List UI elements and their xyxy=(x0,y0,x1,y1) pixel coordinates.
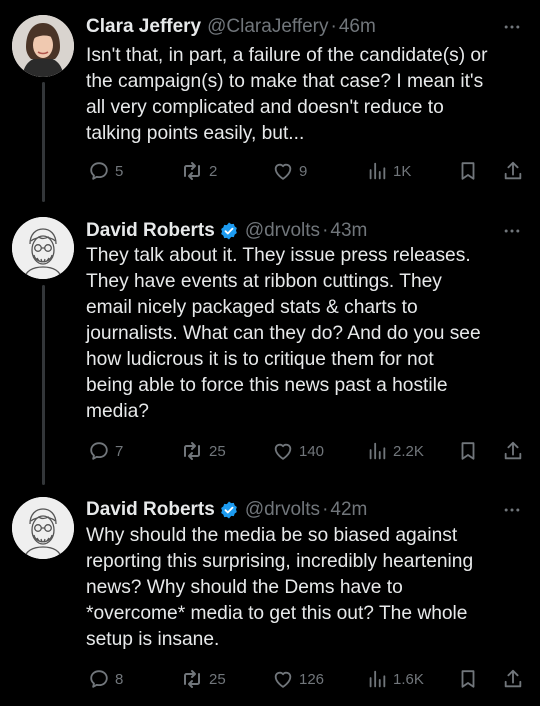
repost-button[interactable]: 25 xyxy=(180,665,226,693)
views-icon xyxy=(366,160,388,182)
like-button[interactable]: 9 xyxy=(272,157,307,185)
share-button[interactable] xyxy=(502,437,524,465)
author-name[interactable]: David Roberts xyxy=(86,499,215,521)
more-icon[interactable] xyxy=(500,13,524,41)
bookmark-icon xyxy=(457,668,479,690)
reply-icon xyxy=(88,160,110,182)
separator: · xyxy=(322,220,329,241)
views-button[interactable]: 2.2K xyxy=(366,437,424,465)
timestamp[interactable]: 43m xyxy=(330,220,367,242)
tweet-header: David Roberts @drvolts · 43m xyxy=(86,217,524,245)
timestamp[interactable]: 42m xyxy=(330,499,367,521)
like-button[interactable]: 126 xyxy=(272,665,324,693)
bookmark-button[interactable] xyxy=(457,665,479,693)
bookmark-icon xyxy=(457,160,479,182)
bookmark-button[interactable] xyxy=(457,157,479,185)
tweet-3[interactable]: David Roberts @drvolts · 42m Why should … xyxy=(0,484,540,706)
heart-icon xyxy=(272,668,294,690)
author-handle[interactable]: @drvolts xyxy=(245,499,320,521)
verified-badge-icon xyxy=(219,221,239,241)
reply-button[interactable]: 7 xyxy=(88,437,123,465)
share-icon xyxy=(502,668,524,690)
like-count: 9 xyxy=(299,162,308,180)
reply-count: 8 xyxy=(115,670,124,688)
views-button[interactable]: 1K xyxy=(366,157,411,185)
repost-icon xyxy=(180,159,204,183)
timestamp[interactable]: 46m xyxy=(339,16,376,38)
separator: · xyxy=(322,499,329,520)
thread-line xyxy=(42,82,45,202)
like-count: 126 xyxy=(299,670,325,688)
heart-icon xyxy=(272,160,294,182)
repost-icon xyxy=(180,667,204,691)
tweet-text: They talk about it. They issue press rel… xyxy=(86,245,481,422)
repost-button[interactable]: 2 xyxy=(180,157,217,185)
views-count: 2.2K xyxy=(393,442,424,460)
heart-icon xyxy=(272,440,294,462)
share-button[interactable] xyxy=(502,665,524,693)
views-count: 1K xyxy=(393,162,412,180)
views-count: 1.6K xyxy=(393,670,424,688)
share-icon xyxy=(502,160,524,182)
tweet-actions: 8 25 126 1.6K xyxy=(86,665,528,693)
views-icon xyxy=(366,668,388,690)
share-button[interactable] xyxy=(502,157,524,185)
share-icon xyxy=(502,440,524,462)
like-count: 140 xyxy=(299,442,325,460)
tweet-actions: 7 25 140 2.2K xyxy=(86,437,528,465)
author-name[interactable]: David Roberts xyxy=(86,220,215,242)
tweet-text: Why should the media be so biased agains… xyxy=(86,525,474,650)
reply-count: 5 xyxy=(115,162,124,180)
bookmark-icon xyxy=(457,440,479,462)
more-icon[interactable] xyxy=(500,217,524,245)
repost-count: 2 xyxy=(209,162,218,180)
tweet-1[interactable]: Clara Jeffery @ClaraJeffery · 46m Isn't … xyxy=(0,0,540,202)
separator: · xyxy=(330,16,337,37)
tweet-2[interactable]: David Roberts @drvolts · 43m They talk a… xyxy=(0,205,540,485)
avatar-david-roberts[interactable] xyxy=(12,497,74,559)
author-name[interactable]: Clara Jeffery xyxy=(86,16,201,38)
tweet-header: David Roberts @drvolts · 42m xyxy=(86,496,524,524)
repost-button[interactable]: 25 xyxy=(180,437,226,465)
author-handle[interactable]: @ClaraJeffery xyxy=(207,16,328,38)
repost-count: 25 xyxy=(209,442,226,460)
reply-count: 7 xyxy=(115,442,124,460)
more-icon[interactable] xyxy=(500,496,524,524)
thread-line xyxy=(42,285,45,485)
repost-count: 25 xyxy=(209,670,226,688)
reply-icon xyxy=(88,668,110,690)
verified-badge-icon xyxy=(219,500,239,520)
reply-button[interactable]: 5 xyxy=(88,157,123,185)
tweet-header: Clara Jeffery @ClaraJeffery · 46m xyxy=(86,13,524,41)
like-button[interactable]: 140 xyxy=(272,437,324,465)
repost-icon xyxy=(180,439,204,463)
tweet-text: Isn't that, in part, a failure of the ca… xyxy=(86,45,488,144)
author-handle[interactable]: @drvolts xyxy=(245,220,320,242)
tweet-actions: 5 2 9 1K xyxy=(86,157,528,185)
views-icon xyxy=(366,440,388,462)
reply-icon xyxy=(88,440,110,462)
views-button[interactable]: 1.6K xyxy=(366,665,424,693)
avatar-david-roberts[interactable] xyxy=(12,217,74,279)
avatar-clara-jeffery[interactable] xyxy=(12,15,74,77)
reply-button[interactable]: 8 xyxy=(88,665,123,693)
bookmark-button[interactable] xyxy=(457,437,479,465)
